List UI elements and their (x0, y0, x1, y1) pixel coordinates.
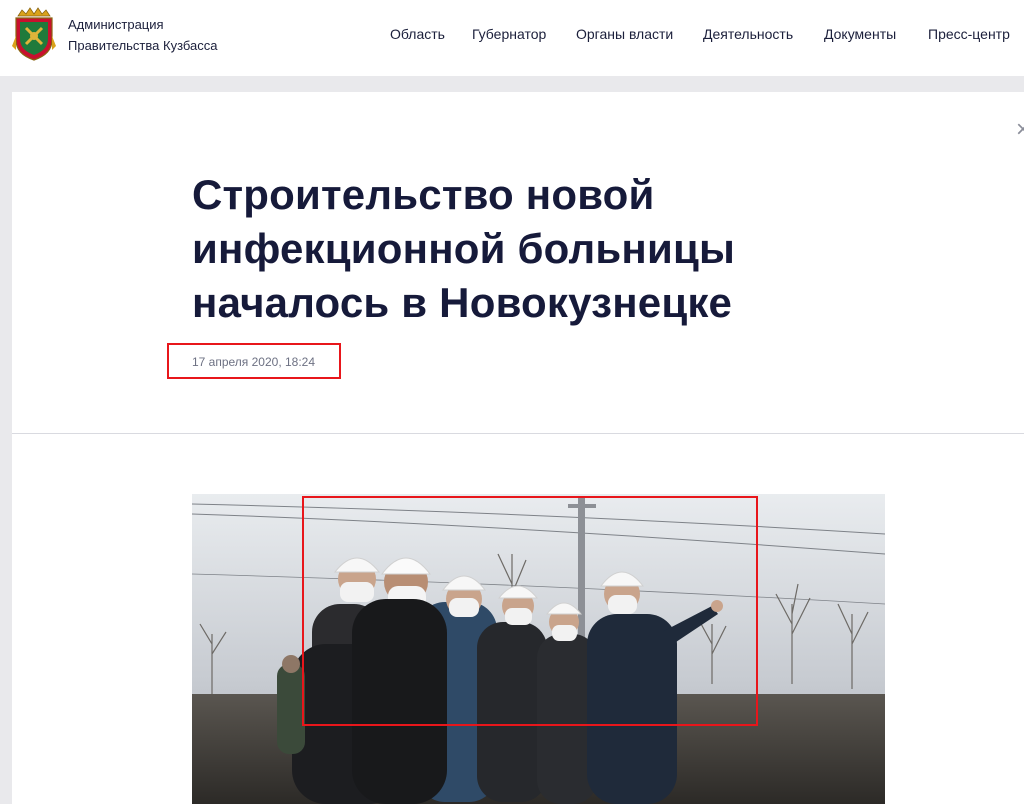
article-title-line: началось в Новокузнецке (192, 279, 733, 326)
close-icon[interactable]: × (1016, 118, 1024, 142)
date-highlight-box (167, 343, 341, 379)
nav-item-authorities[interactable]: Органы власти (576, 26, 673, 42)
org-name-line1: Администрация (68, 17, 164, 32)
nav-item-documents[interactable]: Документы (824, 26, 896, 42)
nav-item-press-center[interactable]: Пресс-центр (928, 26, 1010, 42)
article-title-line: Строительство новой (192, 171, 655, 218)
nav-item-governor[interactable]: Губернатор (472, 26, 546, 42)
org-name[interactable]: Администрация Правительства Кузбасса (68, 14, 218, 56)
org-name-line2: Правительства Кузбасса (68, 38, 218, 53)
nav-item-activity[interactable]: Деятельность (703, 26, 793, 42)
article-title-line: инфекционной больницы (192, 225, 736, 272)
photo-highlight-box (302, 496, 758, 726)
article-panel: × Строительство новой инфекционной больн… (12, 92, 1024, 804)
nav-item-oblast[interactable]: Область (390, 26, 445, 42)
article-title: Строительство новой инфекционной больниц… (192, 168, 792, 330)
divider (12, 433, 1024, 434)
coat-of-arms-logo[interactable] (12, 6, 56, 62)
site-header: Администрация Правительства Кузбасса Обл… (0, 0, 1024, 76)
